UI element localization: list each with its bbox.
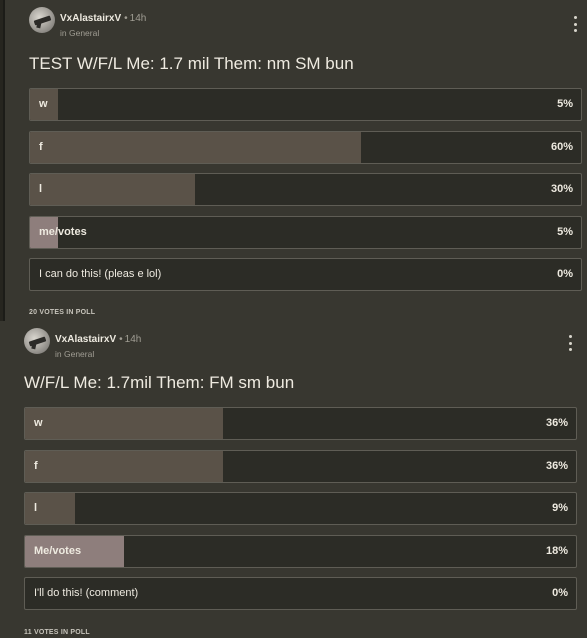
author-name[interactable]: VxAlastairxV (55, 334, 116, 345)
poll-option[interactable]: l 30% (29, 173, 582, 206)
poll-option[interactable]: f 36% (24, 449, 577, 483)
poll-option-label: I'll do this! (comment) (34, 587, 139, 599)
poll-option-label: l (34, 502, 38, 514)
poll-option-percent: 36% (545, 417, 568, 429)
poll-option[interactable]: w 36% (24, 407, 577, 440)
poll-option-percent: 30% (550, 183, 573, 195)
poll-option-label: f (34, 459, 38, 472)
poll-option-bar (25, 493, 75, 524)
poll-option[interactable]: I can do this! (pleas e lol) 0% (29, 258, 582, 291)
poll-option-selected[interactable]: me/votes 5% (29, 215, 582, 249)
poll-option-percent: 18% (545, 544, 568, 557)
post-time: 14h (129, 13, 147, 24)
votes-count: 20 VOTES IN POLL (29, 309, 96, 316)
post-channel[interactable]: in General (60, 28, 146, 38)
poll-post: VxAlastairxV • 14h in General W/F/L Me: 1.… (0, 321, 587, 638)
more-options-icon[interactable] (572, 16, 578, 32)
left-edge (0, 0, 3, 321)
poll-title: W/F/L Me: 1.7mil Them: FM sm bun (24, 373, 295, 392)
poll-option-bar (25, 450, 224, 482)
post-channel[interactable]: in General (55, 349, 141, 359)
author-name[interactable]: VxAlastairxV (60, 13, 121, 24)
meta-separator: • (119, 334, 123, 345)
poll-option-selected[interactable]: Me/votes 18% (24, 534, 577, 568)
poll-option-label: l (39, 183, 43, 195)
poll-option-percent: 9% (552, 502, 568, 514)
more-options-icon[interactable] (567, 335, 573, 351)
poll-post: VxAlastairxV • 14h in General TEST W/F/L M… (5, 0, 587, 321)
poll-option[interactable]: w 5% (29, 88, 582, 121)
poll-title: TEST W/F/L Me: 1.7 mil Them: nm SM bun (29, 54, 354, 73)
post-meta: VxAlastairxV • 14h in General (60, 8, 146, 38)
poll-option-label: Me/votes (34, 544, 82, 557)
poll-option[interactable]: I'll do this! (comment) 0% (24, 577, 577, 610)
poll-option-percent: 36% (545, 459, 568, 472)
poll-options: w 36% f 36% l 9% Me/votes 18% I'll do th… (24, 407, 577, 620)
votes-count: 11 VOTES IN POLL (24, 629, 90, 636)
meta-separator: • (124, 13, 128, 24)
poll-option-label: f (39, 140, 43, 153)
poll-options: w 5% f 60% l 30% me/votes 5% I can do th… (29, 88, 582, 301)
poll-option-bar (30, 131, 361, 163)
poll-option-bar (25, 408, 224, 439)
poll-option-label: me/votes (39, 225, 87, 238)
poll-option[interactable]: f 60% (29, 130, 582, 164)
post-time: 14h (124, 334, 142, 345)
poll-option-label: w (34, 417, 43, 429)
poll-option-label: w (39, 98, 48, 110)
poll-option-percent: 0% (557, 268, 573, 280)
poll-option-percent: 0% (552, 587, 568, 599)
avatar[interactable] (24, 328, 50, 354)
poll-option[interactable]: l 9% (24, 492, 577, 525)
poll-option-percent: 60% (550, 140, 573, 153)
post-meta: VxAlastairxV • 14h in General (55, 329, 141, 359)
avatar[interactable] (29, 7, 55, 33)
poll-option-percent: 5% (557, 225, 573, 238)
poll-option-percent: 5% (557, 98, 573, 110)
poll-option-label: I can do this! (pleas e lol) (39, 268, 162, 280)
poll-option-bar (30, 174, 196, 205)
